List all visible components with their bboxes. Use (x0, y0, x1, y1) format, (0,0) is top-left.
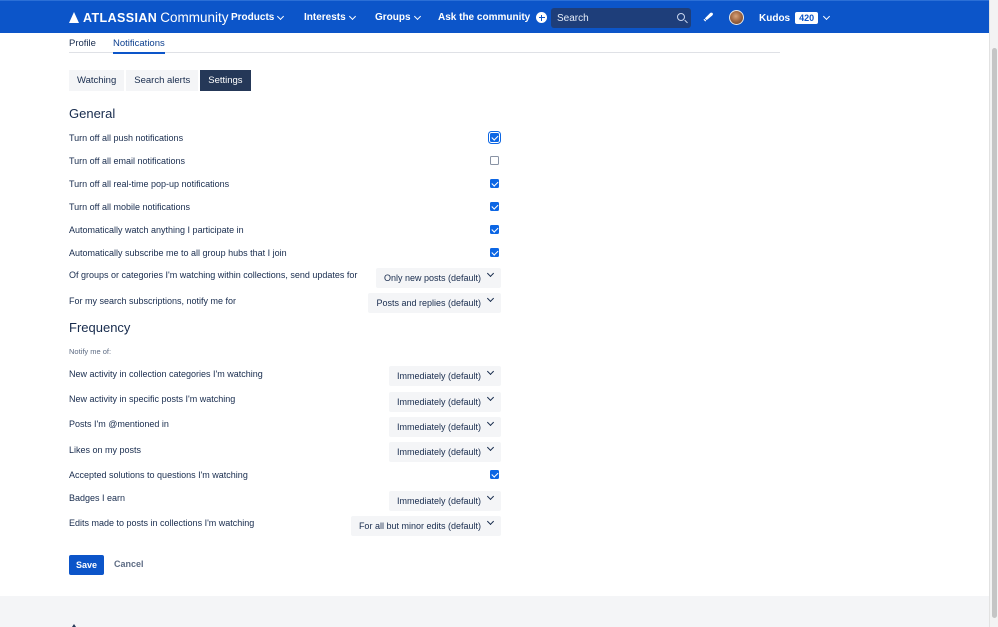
popup-notifications-checkbox[interactable] (490, 179, 499, 188)
chevron-down-icon (414, 12, 421, 19)
mobile-notifications-checkbox[interactable] (490, 202, 499, 211)
select-value: Immediately (default) (397, 371, 481, 381)
auto-subscribe-checkbox[interactable] (490, 248, 499, 257)
tab-notifications[interactable]: Notifications (113, 38, 165, 54)
notification-tabs: Watching Search alerts Settings (69, 70, 253, 91)
atlassian-mark-icon (69, 12, 79, 23)
likes-select[interactable]: Immediately (default) (389, 442, 501, 462)
chevron-down-icon (487, 518, 494, 525)
nav-interests[interactable]: Interests (304, 12, 355, 23)
notifications-bell-icon[interactable] (703, 12, 714, 22)
setting-label: Posts I'm @mentioned in (69, 419, 169, 429)
auto-watch-checkbox[interactable] (490, 225, 499, 234)
setting-label: New activity in collection categories I'… (69, 369, 263, 379)
select-value: Posts and replies (default) (376, 298, 481, 308)
select-value: Immediately (default) (397, 422, 481, 432)
setting-label: Automatically watch anything I participa… (69, 225, 244, 235)
chevron-down-icon (487, 419, 494, 426)
chevron-down-icon (349, 12, 356, 19)
brand-name: ATLASSIAN (83, 11, 157, 25)
select-value: For all but minor edits (default) (359, 521, 481, 531)
plus-circle-icon (536, 12, 547, 23)
profile-subtabs: Profile Notifications (69, 33, 780, 53)
setting-label: Of groups or categories I'm watching wit… (69, 270, 357, 280)
chevron-down-icon (487, 295, 494, 302)
nav-groups[interactable]: Groups (375, 12, 420, 23)
select-value: Immediately (default) (397, 397, 481, 407)
kudos-menu[interactable]: Kudos 420 (759, 12, 829, 24)
top-nav: ATLASSIAN Community Products Interests G… (0, 0, 989, 33)
general-heading: General (69, 106, 115, 121)
cancel-button[interactable]: Cancel (114, 559, 144, 569)
kudos-label: Kudos (759, 13, 790, 24)
setting-label: Turn off all real-time pop-up notificati… (69, 179, 229, 189)
chevron-down-icon (823, 13, 830, 20)
kudos-count-badge: 420 (795, 12, 818, 24)
save-button[interactable]: Save (69, 555, 104, 575)
nav-products[interactable]: Products (231, 12, 283, 23)
setting-label: Likes on my posts (69, 445, 141, 455)
chevron-down-icon (277, 12, 284, 19)
avatar[interactable] (729, 10, 744, 25)
notify-me-label: Notify me of: (69, 347, 111, 356)
scrollbar-thumb[interactable] (992, 48, 997, 618)
select-value: Immediately (default) (397, 496, 481, 506)
setting-label: Edits made to posts in collections I'm w… (69, 518, 254, 528)
frequency-heading: Frequency (69, 320, 130, 335)
search-subscriptions-select[interactable]: Posts and replies (default) (368, 293, 501, 313)
atlassian-logo[interactable]: ATLASSIAN Community (69, 10, 228, 25)
tab-watching[interactable]: Watching (69, 70, 124, 91)
email-notifications-checkbox[interactable] (490, 156, 499, 165)
select-value: Immediately (default) (397, 447, 481, 457)
tab-search-alerts[interactable]: Search alerts (126, 70, 198, 91)
brand-suffix: Community (160, 10, 228, 25)
edits-select[interactable]: For all but minor edits (default) (351, 516, 501, 536)
groups-updates-select[interactable]: Only new posts (default) (376, 268, 501, 288)
setting-label: Automatically subscribe me to all group … (69, 248, 287, 258)
search-icon[interactable] (677, 13, 685, 21)
tab-settings[interactable]: Settings (200, 70, 250, 91)
chevron-down-icon (487, 368, 494, 375)
setting-label: Accepted solutions to questions I'm watc… (69, 470, 248, 480)
select-value: Only new posts (default) (384, 273, 481, 283)
setting-label: New activity in specific posts I'm watch… (69, 394, 235, 404)
chevron-down-icon (487, 444, 494, 451)
setting-label: Turn off all push notifications (69, 133, 183, 143)
ask-community-button[interactable]: Ask the community (438, 12, 547, 23)
chevron-down-icon (487, 493, 494, 500)
scrollbar[interactable] (989, 0, 998, 627)
ask-community-label: Ask the community (438, 12, 530, 23)
nav-interests-label: Interests (304, 12, 346, 23)
setting-label: Turn off all mobile notifications (69, 202, 190, 212)
push-notifications-checkbox[interactable] (490, 133, 499, 142)
search-input[interactable] (551, 13, 669, 24)
tab-profile[interactable]: Profile (69, 38, 96, 49)
collection-activity-select[interactable]: Immediately (default) (389, 366, 501, 386)
chevron-down-icon (487, 394, 494, 401)
search-bar (551, 8, 691, 28)
footer (0, 596, 989, 627)
badges-select[interactable]: Immediately (default) (389, 491, 501, 511)
chevron-down-icon (487, 270, 494, 277)
setting-label: For my search subscriptions, notify me f… (69, 296, 236, 306)
setting-label: Badges I earn (69, 493, 125, 503)
nav-products-label: Products (231, 12, 274, 23)
post-activity-select[interactable]: Immediately (default) (389, 392, 501, 412)
setting-label: Turn off all email notifications (69, 156, 185, 166)
nav-groups-label: Groups (375, 12, 411, 23)
mentions-select[interactable]: Immediately (default) (389, 417, 501, 437)
accepted-solutions-checkbox[interactable] (490, 470, 499, 479)
